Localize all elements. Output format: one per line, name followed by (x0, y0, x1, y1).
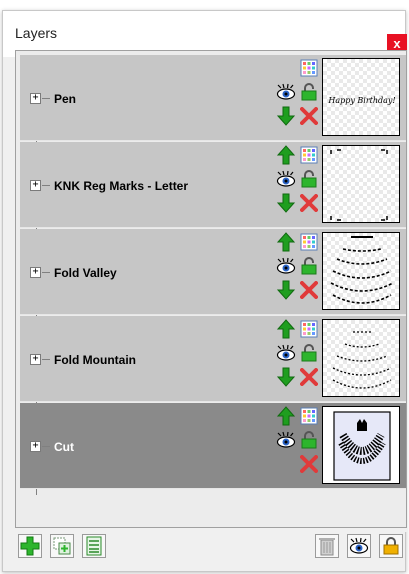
padlock-icon[interactable] (299, 169, 319, 189)
color-grid-icon[interactable] (299, 145, 319, 165)
color-grid-icon[interactable] (299, 406, 319, 426)
layers-list: + Pen Happy Birthday! + KNK Reg Marks - … (15, 50, 407, 528)
merge-layer-button[interactable] (82, 534, 106, 558)
padlock-icon[interactable] (299, 430, 319, 450)
tree-branch (42, 446, 50, 447)
eye-icon[interactable] (276, 82, 296, 102)
layer-thumbnail (322, 145, 400, 223)
eye-icon[interactable] (276, 430, 296, 450)
eye-icon[interactable] (276, 256, 296, 276)
layer-name: Fold Mountain (54, 353, 136, 367)
red-x-icon[interactable] (299, 280, 319, 300)
color-grid-icon[interactable] (299, 232, 319, 252)
eye-icon[interactable] (276, 169, 296, 189)
green-plus-icon (20, 536, 40, 556)
layer-name: Cut (54, 440, 74, 454)
green-up-arrow-icon[interactable] (276, 145, 296, 165)
green-down-arrow-icon[interactable] (276, 280, 296, 300)
green-down-arrow-icon[interactable] (276, 193, 296, 213)
color-grid-icon[interactable] (299, 319, 319, 339)
layer-thumbnail (322, 319, 400, 397)
panel-title: Layers (15, 25, 58, 41)
expand-toggle[interactable]: + (30, 180, 41, 191)
red-x-icon[interactable] (299, 367, 319, 387)
layer-name: Pen (54, 92, 77, 106)
layer-row-fold-valley[interactable]: + Fold Valley (20, 229, 406, 315)
green-down-arrow-icon[interactable] (276, 367, 296, 387)
green-up-arrow-icon[interactable] (276, 232, 296, 252)
layer-row-knk-reg-marks-letter[interactable]: + KNK Reg Marks - Letter (20, 142, 406, 228)
eye-icon[interactable] (276, 343, 296, 363)
tree-branch (42, 359, 50, 360)
toggle-visibility-button[interactable] (347, 534, 371, 558)
padlock-icon[interactable] (299, 82, 319, 102)
layer-row-cut[interactable]: + Cut (20, 403, 406, 489)
eye-icon (349, 537, 369, 554)
layer-row-pen[interactable]: + Pen Happy Birthday! (20, 55, 406, 141)
tree-branch (42, 272, 50, 273)
green-up-arrow-icon[interactable] (276, 406, 296, 426)
layer-row-fold-mountain[interactable]: + Fold Mountain (20, 316, 406, 402)
padlock-icon[interactable] (299, 256, 319, 276)
expand-toggle[interactable]: + (30, 441, 41, 452)
trash-icon (319, 538, 335, 556)
red-x-icon[interactable] (299, 454, 319, 474)
thumbnail-text: Happy Birthday! (327, 96, 395, 105)
layer-thumbnail (322, 406, 400, 484)
expand-toggle[interactable]: + (30, 354, 41, 365)
bottom-toolbar (15, 532, 407, 564)
expand-toggle[interactable]: + (30, 93, 41, 104)
duplicate-icon (53, 537, 71, 555)
padlock-icon[interactable] (299, 343, 319, 363)
red-x-icon[interactable] (299, 106, 319, 126)
tree-branch (42, 185, 50, 186)
padlock-icon (383, 537, 399, 555)
delete-all-button[interactable] (315, 534, 339, 558)
layer-thumbnail (322, 232, 400, 310)
layer-thumbnail: Happy Birthday! (322, 58, 400, 136)
color-grid-icon[interactable] (299, 58, 319, 78)
layer-list-icon (86, 536, 102, 556)
add-layer-button[interactable] (18, 534, 42, 558)
tree-branch (42, 98, 50, 99)
green-up-arrow-icon[interactable] (276, 319, 296, 339)
layer-name: KNK Reg Marks - Letter (54, 179, 189, 193)
duplicate-layer-button[interactable] (50, 534, 74, 558)
toggle-lock-button[interactable] (379, 534, 403, 558)
red-x-icon[interactable] (299, 193, 319, 213)
layer-name: Fold Valley (54, 266, 117, 280)
green-down-arrow-icon[interactable] (276, 106, 296, 126)
expand-toggle[interactable]: + (30, 267, 41, 278)
